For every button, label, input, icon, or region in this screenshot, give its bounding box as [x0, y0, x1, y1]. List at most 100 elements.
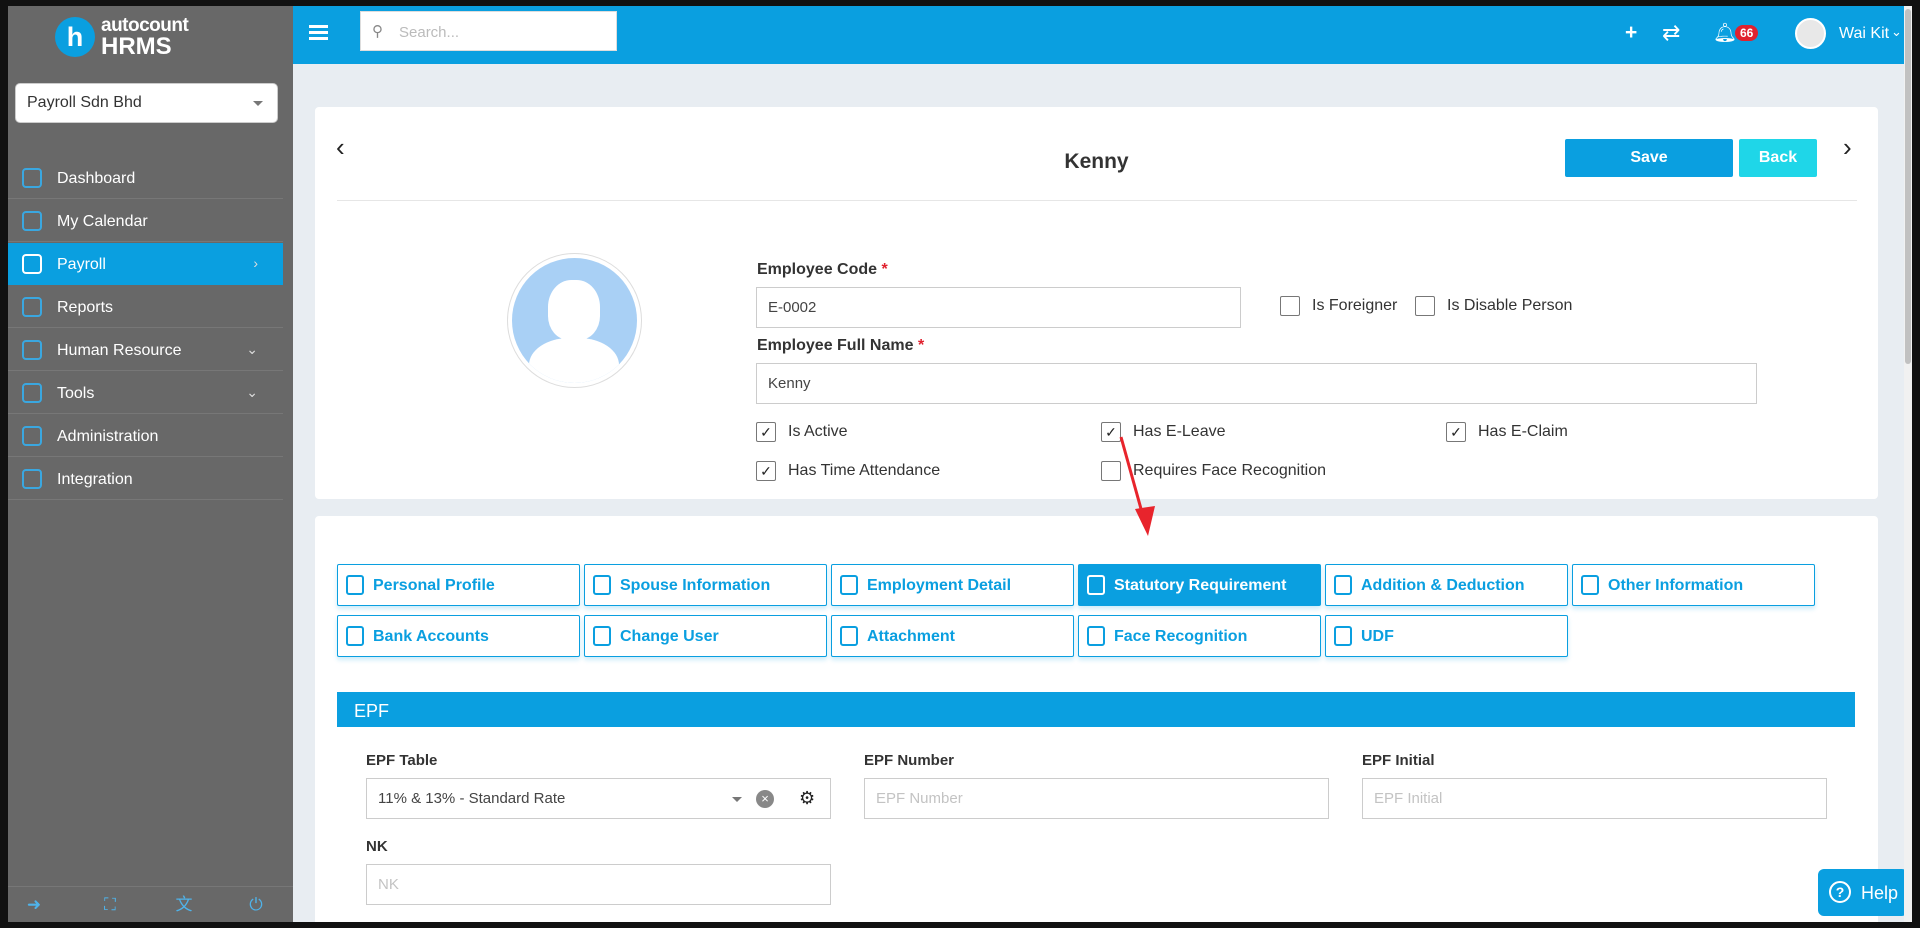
is-foreigner-checkbox[interactable] — [1280, 296, 1300, 316]
flag-checkbox[interactable]: ✓ — [1101, 422, 1121, 442]
attachment-icon — [840, 626, 858, 646]
flag-label: Has Time Attendance — [788, 462, 941, 479]
caret-down-icon[interactable] — [732, 797, 742, 802]
divider — [337, 200, 1857, 201]
save-button[interactable]: Save — [1565, 139, 1733, 177]
tab-spouse-information[interactable]: Spouse Information — [584, 564, 827, 606]
sidebar-item-tools[interactable]: Tools ⌄ — [8, 372, 283, 414]
employment-icon — [840, 575, 858, 595]
power-icon[interactable]: ⏻ — [246, 895, 266, 915]
sidebar-footer: ➜ ⛶ 文 ⏻ — [8, 886, 293, 922]
sidebar: h autocount HRMS Payroll Sdn Bhd Dashboa… — [8, 6, 293, 922]
chevron-down-icon: ⌄ — [246, 341, 258, 357]
epf-initial-label: EPF Initial — [1362, 752, 1435, 769]
face-icon — [1087, 626, 1105, 646]
employee-photo[interactable] — [507, 253, 642, 388]
help-label: Help — [1861, 883, 1899, 903]
epf-initial-input[interactable]: EPF Initial — [1362, 778, 1827, 819]
sidebar-item-payroll[interactable]: Payroll › — [8, 243, 283, 285]
flag-checkbox[interactable]: ✓ — [756, 461, 776, 481]
help-icon: ? — [1829, 881, 1851, 903]
user-add-icon — [593, 626, 611, 646]
flag-label: Has E-Claim — [1478, 423, 1568, 440]
bell-icon[interactable]: 🔔︎ — [1713, 21, 1737, 45]
reports-icon — [22, 297, 42, 317]
calendar-icon — [22, 211, 42, 231]
add-icon[interactable]: + — [1625, 21, 1637, 45]
tab-statutory-requirement[interactable]: Statutory Requirement — [1078, 564, 1321, 606]
administration-icon — [22, 426, 42, 446]
sidebar-item-integration[interactable]: Integration — [8, 458, 283, 500]
clear-icon[interactable]: × — [756, 790, 774, 808]
employee-full-name-field[interactable]: Kenny — [756, 363, 1757, 404]
company-selector[interactable]: Payroll Sdn Bhd — [15, 83, 278, 123]
tab-label: Employment Detail — [867, 577, 1012, 594]
tab-attachment[interactable]: Attachment — [831, 615, 1074, 657]
sidebar-item-administration[interactable]: Administration — [8, 415, 283, 457]
sidebar-item-label: Dashboard — [57, 170, 136, 187]
is-disable-label: Is Disable Person — [1447, 297, 1573, 314]
tab-personal-profile[interactable]: Personal Profile — [337, 564, 580, 606]
company-name: Payroll Sdn Bhd — [27, 94, 142, 111]
caret-down-icon — [253, 101, 263, 106]
user-name[interactable]: Wai Kit — [1839, 25, 1889, 43]
tab-label: Statutory Requirement — [1114, 577, 1287, 594]
chevron-down-icon[interactable]: ⌄ — [1891, 24, 1902, 40]
back-button[interactable]: Back — [1739, 139, 1817, 177]
tab-change-user[interactable]: Change User — [584, 615, 827, 657]
flag-checkbox[interactable]: ✓ — [756, 422, 776, 442]
flag-label: Is Active — [788, 423, 848, 440]
sync-icon[interactable]: ⇄ — [1662, 20, 1680, 46]
gear-icon[interactable]: ⚙ — [799, 788, 815, 809]
app-logo[interactable]: h autocount HRMS — [55, 15, 189, 59]
tools-icon — [22, 383, 42, 403]
sidebar-item-label: My Calendar — [57, 213, 148, 230]
logout-icon[interactable]: ➜ — [24, 895, 44, 915]
sidebar-item-my-calendar[interactable]: My Calendar — [8, 200, 283, 242]
page-scrollbar[interactable] — [1904, 6, 1912, 922]
sidebar-item-label: Human Resource — [57, 342, 182, 359]
logo-mark: h — [55, 17, 95, 57]
tab-addition-deduction[interactable]: Addition & Deduction — [1325, 564, 1568, 606]
bank-icon — [346, 626, 364, 646]
flag-label: Requires Face Recognition — [1133, 462, 1326, 479]
payroll-icon — [22, 254, 42, 274]
sidebar-item-dashboard[interactable]: Dashboard — [8, 157, 283, 199]
is-foreigner-label: Is Foreigner — [1312, 297, 1398, 314]
employee-code-field[interactable]: E-0002 — [756, 287, 1241, 328]
notification-badge: 66 — [1735, 25, 1759, 41]
tab-label: Spouse Information — [620, 577, 771, 594]
tab-other-information[interactable]: Other Information — [1572, 564, 1815, 606]
language-icon[interactable]: 文 — [174, 895, 194, 915]
tab-udf[interactable]: UDF — [1325, 615, 1568, 657]
tab-label: Attachment — [867, 628, 956, 645]
top-bar: ⚲ Search... + ⇄ 🔔︎ 66 Wai Kit ⌄ — [293, 6, 1912, 64]
sidebar-item-human-resource[interactable]: Human Resource ⌄ — [8, 329, 283, 371]
flag-checkbox[interactable] — [1101, 461, 1121, 481]
nk-label: NK — [366, 838, 388, 855]
search-input[interactable]: ⚲ Search... — [360, 11, 617, 51]
tab-label: Addition & Deduction — [1361, 577, 1525, 594]
udf-icon — [1334, 626, 1352, 646]
sidebar-item-label: Administration — [57, 428, 159, 445]
is-disable-checkbox[interactable] — [1415, 296, 1435, 316]
tab-label: Bank Accounts — [373, 628, 489, 645]
nk-input[interactable]: NK — [366, 864, 831, 905]
tab-bank-accounts[interactable]: Bank Accounts — [337, 615, 580, 657]
fullscreen-icon[interactable]: ⛶ — [100, 895, 120, 915]
sidebar-item-label: Tools — [57, 385, 95, 402]
flag-label: Has E-Leave — [1133, 423, 1226, 440]
tab-employment-detail[interactable]: Employment Detail — [831, 564, 1074, 606]
user-avatar[interactable] — [1795, 18, 1826, 49]
next-record-icon[interactable]: › — [1843, 132, 1852, 163]
help-button[interactable]: ? Help — [1818, 869, 1908, 916]
statutory-icon — [1087, 575, 1105, 595]
app-window: h autocount HRMS Payroll Sdn Bhd Dashboa… — [8, 6, 1912, 922]
epf-number-input[interactable]: EPF Number — [864, 778, 1329, 819]
integration-icon — [22, 469, 42, 489]
sidebar-item-reports[interactable]: Reports — [8, 286, 283, 328]
sidebar-item-label: Reports — [57, 299, 114, 316]
tab-face-recognition[interactable]: Face Recognition — [1078, 615, 1321, 657]
flag-checkbox[interactable]: ✓ — [1446, 422, 1466, 442]
menu-toggle-icon[interactable] — [309, 25, 328, 41]
